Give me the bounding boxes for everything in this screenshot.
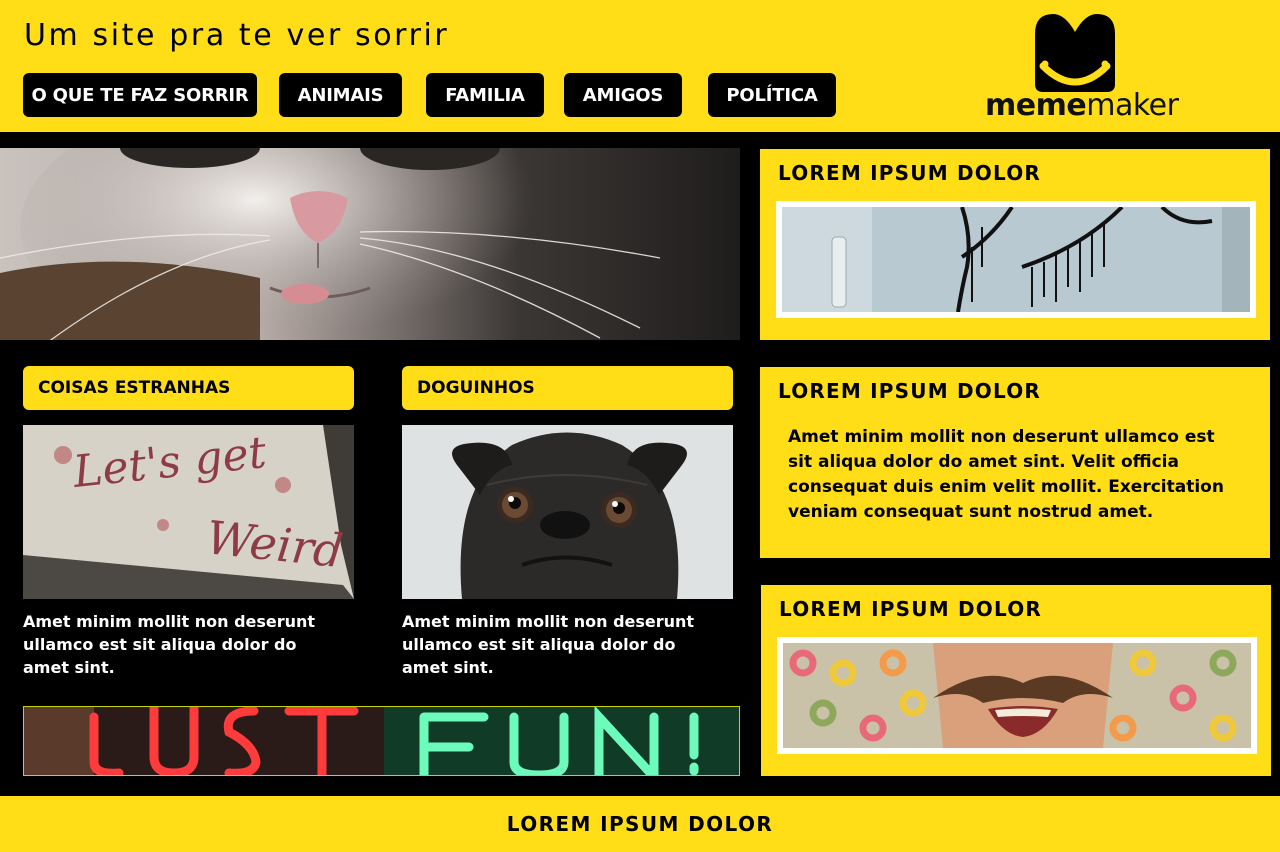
nav-button-o-que-te-faz-sorrir[interactable]: O QUE TE FAZ SORRIR [23,73,257,117]
sidebar-image-graffiti[interactable] [776,201,1256,318]
logo-text: mememaker [985,88,1179,123]
site-header: Um site pra te ver sorrir O QUE TE FAZ S… [0,0,1280,132]
smiley-m-icon [1035,14,1115,92]
sidebar-box-1: LOREM IPSUM DOLOR [760,149,1270,340]
sidebar-box-3: LOREM IPSUM DOLOR [761,585,1271,776]
card-label-doguinhos[interactable]: DOGUINHOS [402,366,733,410]
site-title: Um site pra te ver sorrir [24,18,450,53]
card-image-weird[interactable]: Let's get Weird [23,425,354,599]
nav-button-amigos[interactable]: AMIGOS [564,73,682,117]
mememaker-logo[interactable]: mememaker [985,10,1179,123]
sidebar-box-title: LOREM IPSUM DOLOR [778,161,1042,185]
neon-just-fun-banner[interactable] [23,706,740,776]
sidebar-image-mustache[interactable] [777,637,1257,754]
nav-button-politica[interactable]: POLÍTICA [708,73,836,117]
sidebar-box-text: Amet minim mollit non deserunt ullamco e… [788,427,1224,522]
nav-button-familia[interactable]: FAMILIA [426,73,544,117]
hero-cat-image [0,148,740,340]
site-footer: LOREM IPSUM DOLOR [0,796,1280,852]
card-text-doguinhos: Amet minim mollit non deserunt ullamco e… [402,612,695,677]
card-text-coisas-estranhas: Amet minim mollit non deserunt ullamco e… [23,612,316,677]
card-image-pug[interactable] [402,425,733,599]
sidebar-box-title: LOREM IPSUM DOLOR [778,379,1042,403]
nav-button-animais[interactable]: ANIMAIS [279,73,402,117]
sidebar-box-2: LOREM IPSUM DOLOR Amet minim mollit non … [760,367,1270,558]
card-label-coisas-estranhas[interactable]: COISAS ESTRANHAS [23,366,354,410]
sidebar-box-title: LOREM IPSUM DOLOR [779,597,1043,621]
